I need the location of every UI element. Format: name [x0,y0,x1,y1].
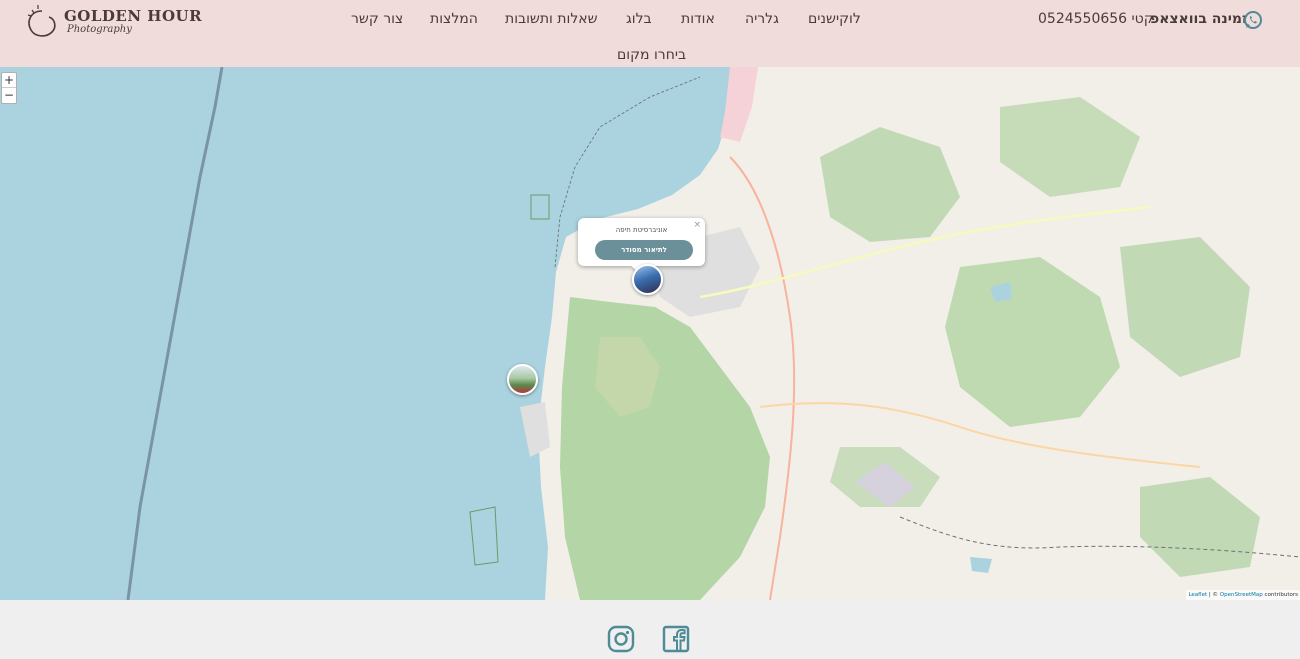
osm-link[interactable]: OpenStreetMap [1220,592,1263,598]
nav-item-about[interactable]: אודות [681,11,715,27]
brand-tagline: Photography [67,24,132,35]
nav-item-contact[interactable]: צור קשר [351,11,403,27]
whatsapp-icon[interactable] [1243,10,1263,30]
location-marker-coast[interactable] [507,364,538,395]
site-header: GOLDEN HOUR Photography לוקישנים גלריה א… [0,0,1300,67]
instagram-icon[interactable] [607,625,635,653]
zoom-control: + − [1,72,17,104]
popup-details-button[interactable]: לתיאור מסודר [595,240,693,260]
zoom-out-button[interactable]: − [2,88,16,103]
whatsapp-label[interactable]: זמינה בוואצאפ [1150,11,1248,27]
location-marker-haifa-university[interactable] [632,264,663,295]
brand-name: GOLDEN HOUR [64,7,203,25]
facebook-icon[interactable] [662,625,690,653]
nav-item-faq[interactable]: שאלות ותשובות [505,11,598,27]
nav-item-blog[interactable]: בלוג [626,11,652,27]
nav-item-gallery[interactable]: גלריה [745,11,779,27]
nav-item-testimonials[interactable]: המלצות [430,11,478,27]
leaflet-link[interactable]: Leaflet [1188,592,1207,598]
nav-item-choose-location[interactable]: ביחרו מקום [617,47,686,63]
contact-phone[interactable]: קטי 0524550656 [1038,11,1154,27]
map-attribution: Leaflet | © OpenStreetMap contributors [1186,590,1300,600]
attribution-contributors: contributors [1262,592,1298,598]
zoom-in-button[interactable]: + [2,73,16,88]
locations-map[interactable]: + − × אוניברסיטת חיפה לתיאור מסודר Leafl… [0,67,1300,600]
attribution-separator: | © [1207,592,1220,598]
nav-item-locations[interactable]: לוקישנים [808,11,861,27]
site-logo[interactable]: GOLDEN HOUR Photography [22,3,202,43]
sun-logo-icon [27,5,56,37]
site-footer [0,600,1300,659]
map-tiles [0,67,1300,600]
popup-title: אוניברסיטת חיפה [615,226,668,234]
location-popup: × אוניברסיטת חיפה לתיאור מסודר [578,218,705,275]
